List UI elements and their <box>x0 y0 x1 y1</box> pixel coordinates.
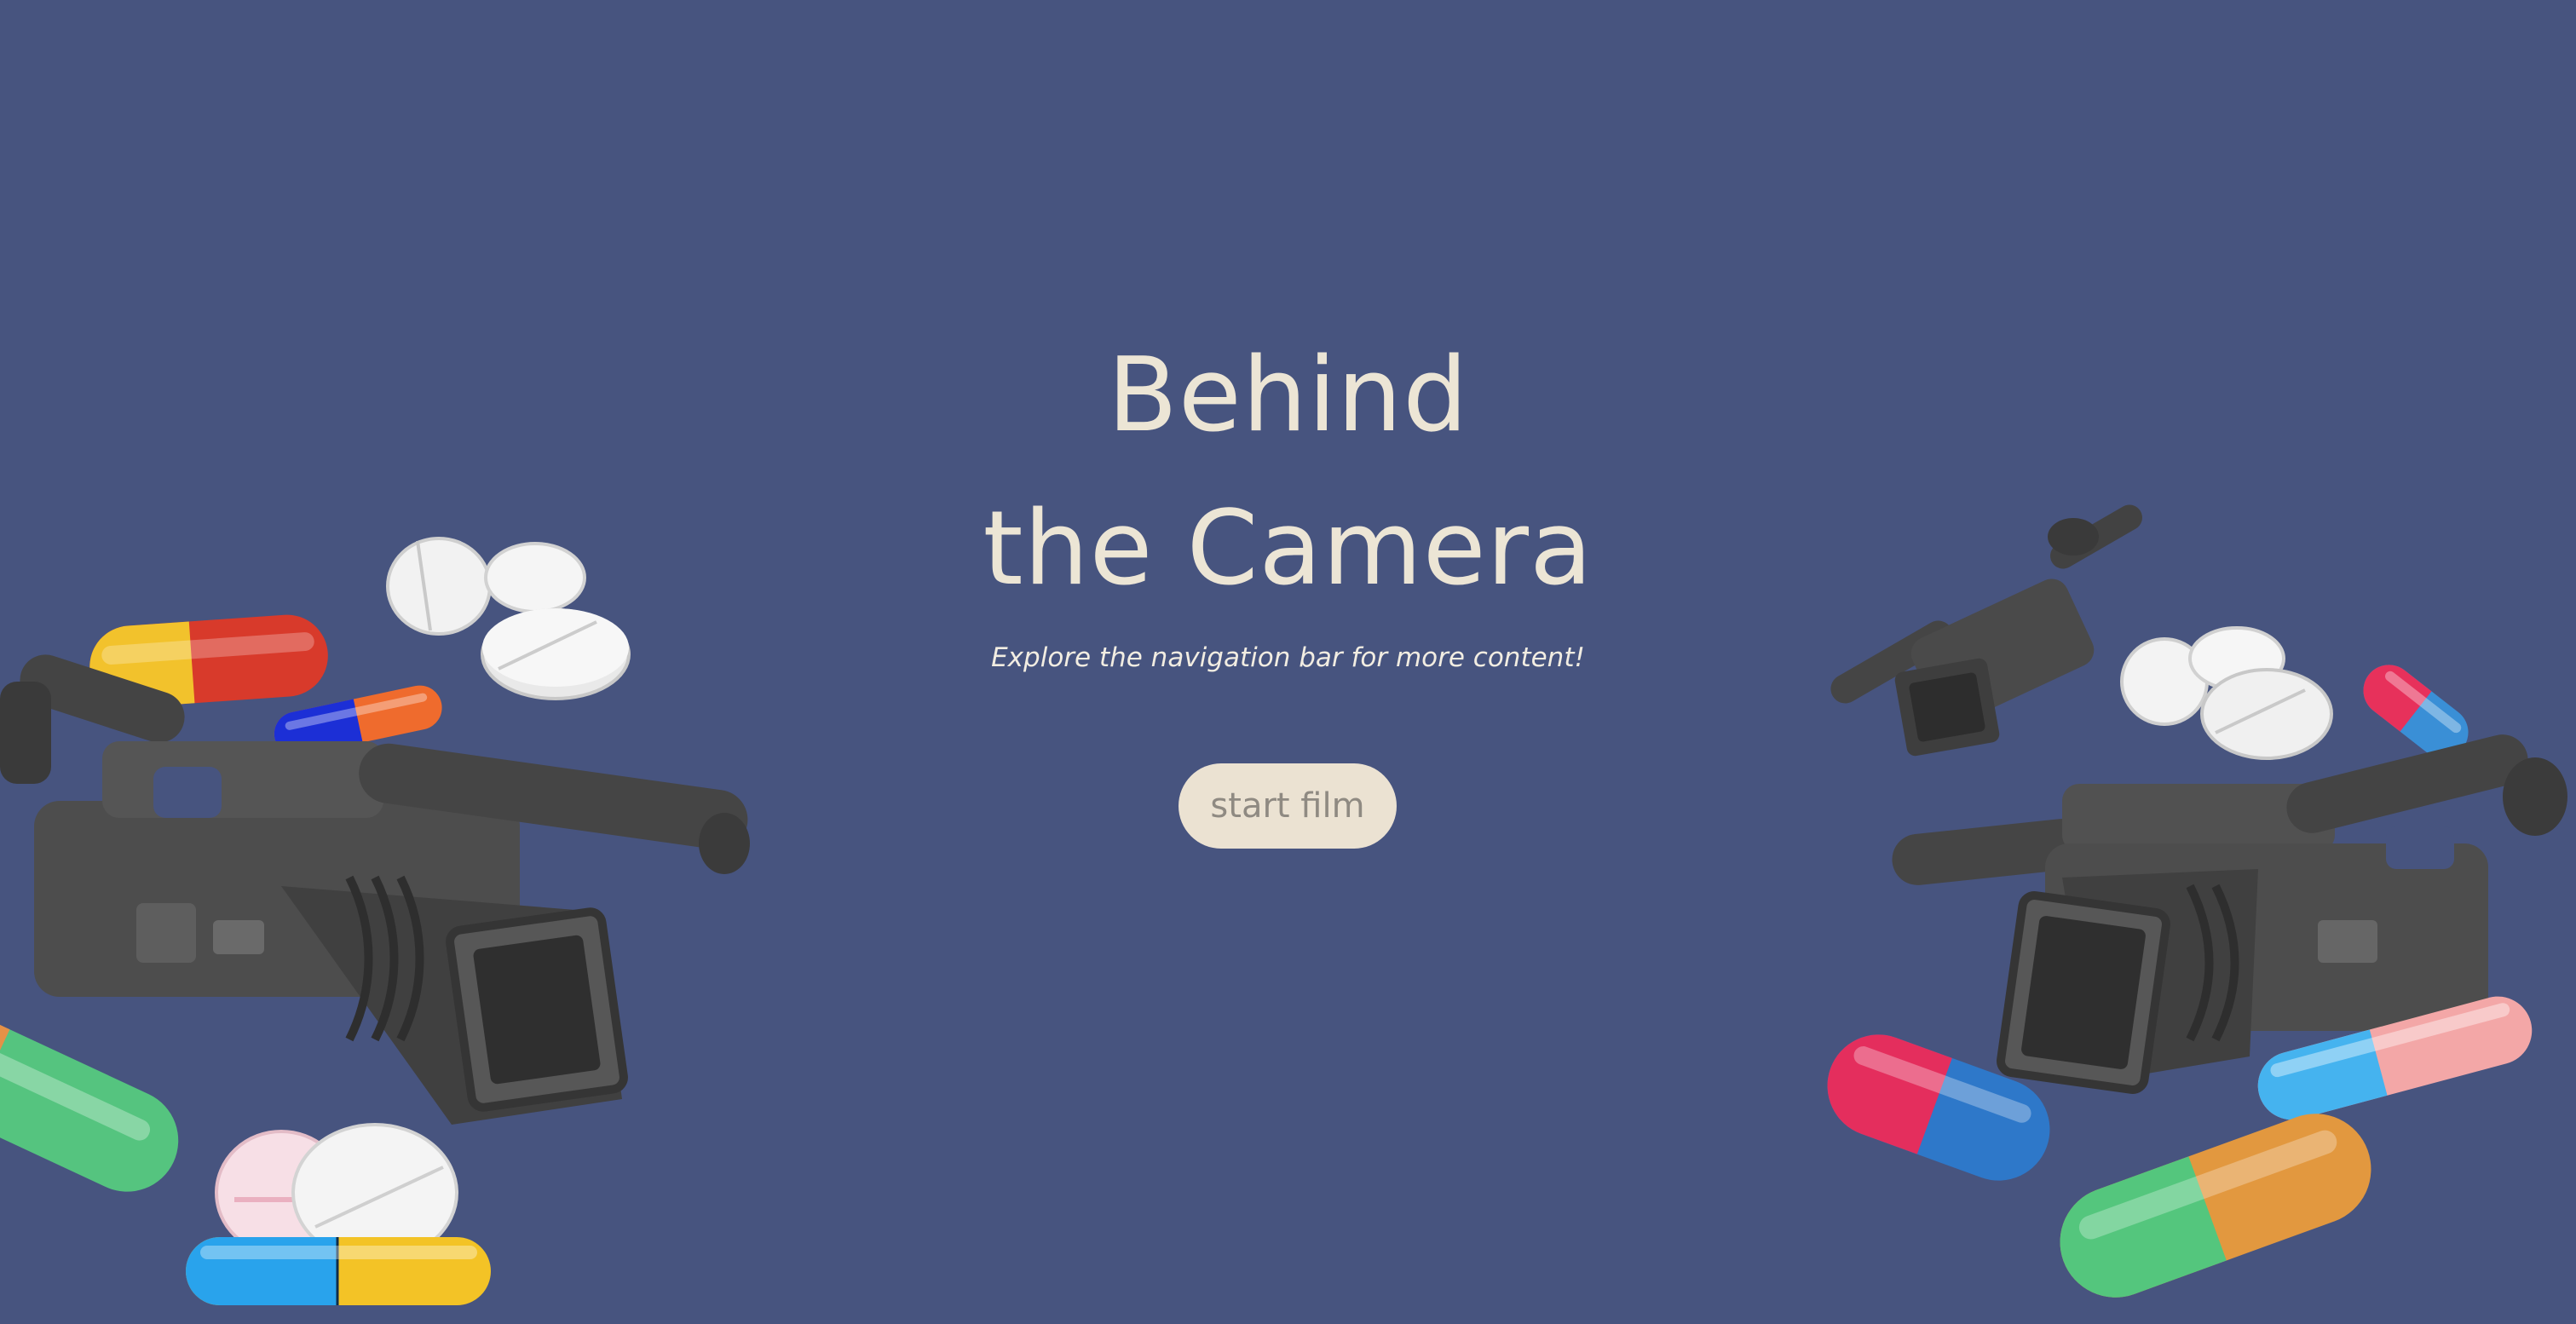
right-decoration-cluster <box>1827 504 2567 1298</box>
hero-section: Behind the Camera Explore the navigation… <box>0 0 2576 1324</box>
page-title-line-2: the Camera <box>983 490 1593 608</box>
left-decoration-cluster <box>0 537 750 1305</box>
start-film-button[interactable]: start film <box>1179 763 1397 849</box>
page-subtitle: Explore the navigation bar for more cont… <box>991 642 1585 673</box>
page-title-line-1: Behind <box>1107 337 1469 455</box>
pill-capsule-icon <box>2060 1114 2371 1298</box>
pill-capsule-icon <box>186 1237 491 1305</box>
pill-capsule-icon <box>0 1007 179 1192</box>
